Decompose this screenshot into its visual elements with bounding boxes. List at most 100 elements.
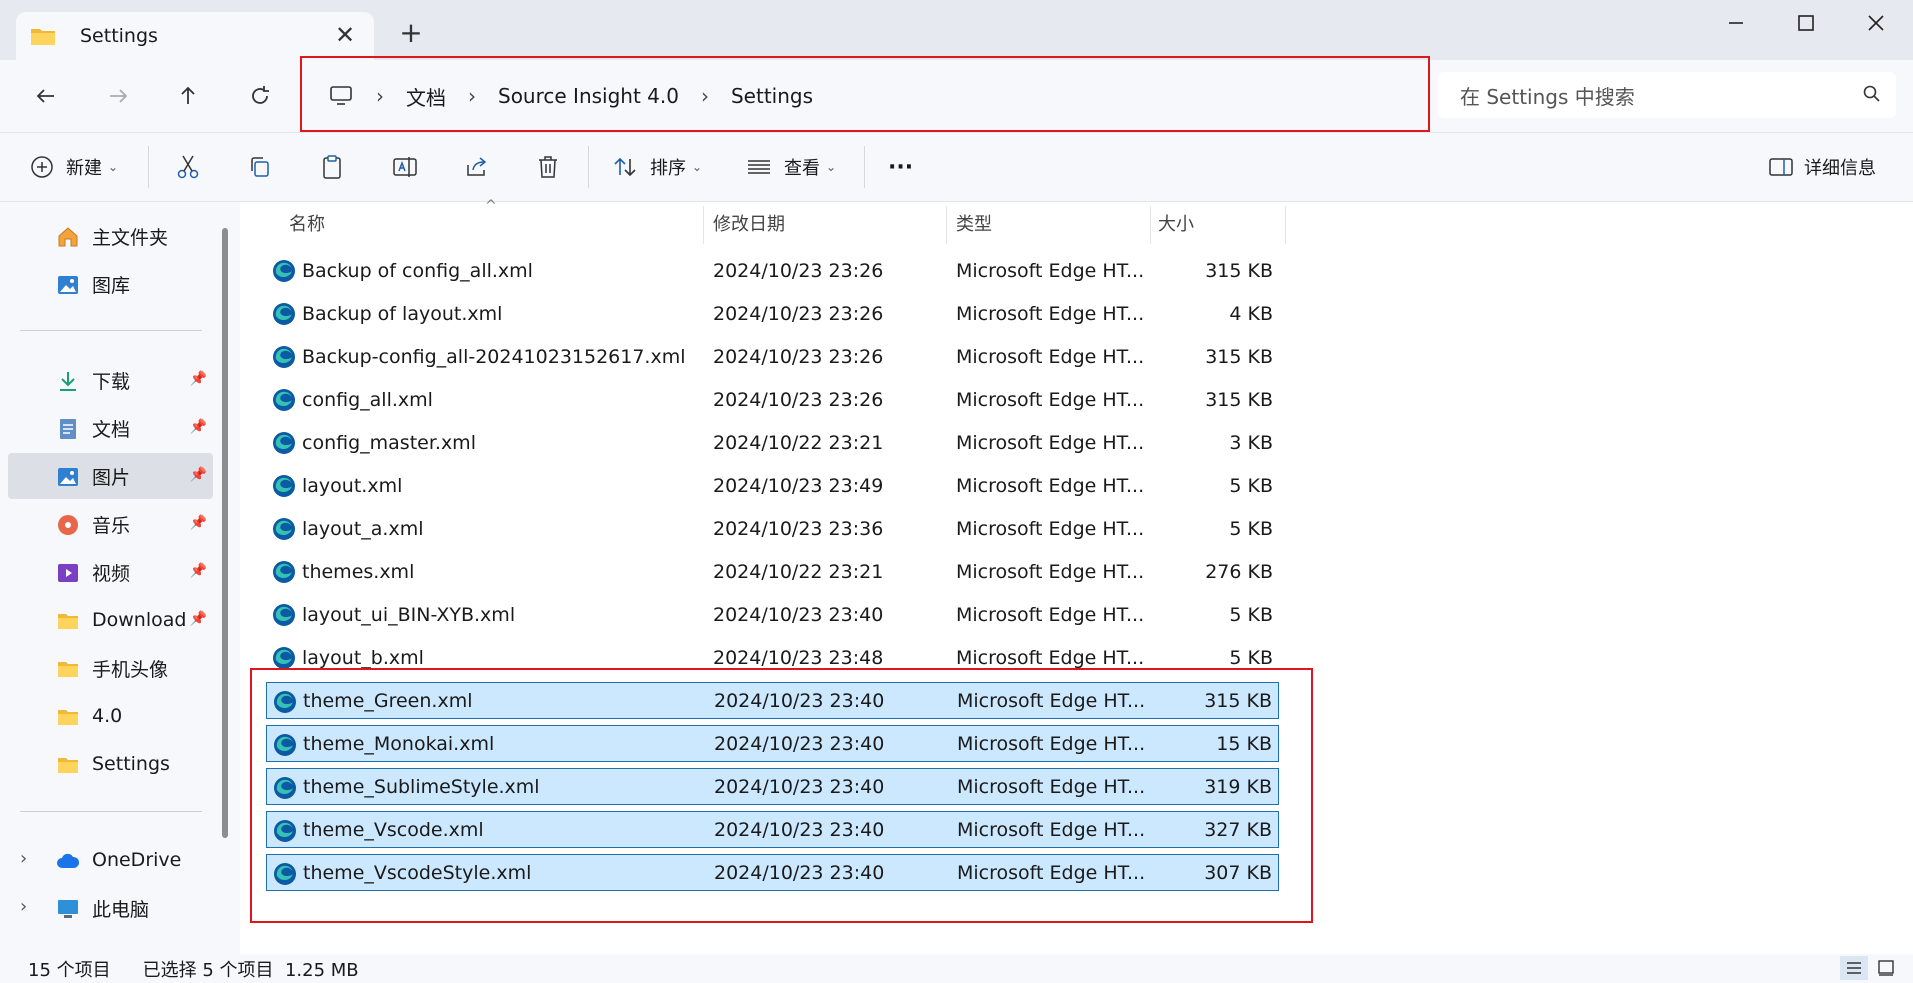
copy-icon [251, 157, 269, 177]
sidebar-item-onedrive[interactable]: OneDrive [8, 837, 213, 883]
column-divider[interactable] [1285, 206, 1286, 244]
file-size: 5 KB [1229, 646, 1273, 669]
sidebar-item-videos[interactable]: 视频 📌 [8, 549, 213, 595]
sidebar-item-downloads[interactable]: 下载 📌 [8, 357, 213, 403]
more-options-button[interactable]: ··· [888, 150, 913, 184]
delete-button[interactable] [536, 150, 560, 184]
breadcrumb-item-settings[interactable]: Settings [731, 84, 813, 108]
new-button[interactable]: 新建 ⌄ [30, 150, 118, 184]
trash-icon [539, 156, 557, 178]
clipboard-icon [323, 155, 341, 179]
sidebar-item-label: 音乐 [92, 514, 131, 537]
sidebar-item-documents[interactable]: 文档 📌 [8, 405, 213, 451]
tiles-view-button[interactable] [1872, 956, 1900, 980]
minimize-button[interactable] [1706, 6, 1766, 40]
file-row[interactable]: layout_ui_BIN-XYB.xml 2024/10/23 23:40 Mic… [266, 596, 1279, 633]
sidebar-item-4-0[interactable]: 4.0 [8, 693, 213, 739]
file-name: Backup of layout.xml [302, 302, 503, 325]
search-input[interactable]: 在 Settings 中搜索 [1438, 72, 1896, 118]
forward-button[interactable] [98, 76, 138, 116]
file-type: Microsoft Edge HT... [956, 560, 1145, 583]
details-pane-button[interactable]: 详细信息 [1768, 150, 1876, 184]
breadcrumb-item-documents[interactable]: 文档 [406, 82, 446, 111]
new-tab-button[interactable]: + [398, 19, 424, 47]
sidebar-item-download-folder[interactable]: Download 📌 [8, 597, 213, 643]
file-row[interactable]: config_master.xml 2024/10/22 23:21 Microso… [266, 424, 1279, 461]
sidebar-item-home[interactable]: 主文件夹 [8, 213, 213, 259]
breadcrumb-separator[interactable]: › [468, 84, 476, 108]
file-name: layout.xml [302, 474, 403, 497]
file-date: 2024/10/22 23:21 [713, 431, 884, 454]
file-row[interactable]: Backup of layout.xml 2024/10/23 23:26 Micr… [266, 295, 1279, 332]
sort-label: 排序 [650, 158, 686, 179]
breadcrumb[interactable]: › 文档 › Source Insight 4.0 › Settings [312, 74, 1422, 118]
column-header-name[interactable]: 名称 [289, 202, 325, 244]
up-button[interactable] [168, 76, 208, 116]
file-date: 2024/10/23 23:26 [713, 302, 884, 325]
back-button[interactable] [26, 76, 66, 116]
maximize-button[interactable] [1776, 6, 1836, 40]
home-icon [58, 227, 78, 247]
search-icon[interactable] [1862, 84, 1882, 104]
column-header-size[interactable]: 大小 [1158, 202, 1194, 244]
refresh-button[interactable] [240, 76, 280, 116]
pin-icon: 📌 [189, 563, 207, 579]
sort-ascending-icon: ^ [485, 198, 497, 214]
copy-button[interactable] [248, 150, 272, 184]
file-type: Microsoft Edge HT... [956, 474, 1145, 497]
file-row[interactable]: layout.xml 2024/10/23 23:49 Microsoft Edge… [266, 467, 1279, 504]
sidebar-item-pictures[interactable]: 图片 📌 [8, 453, 213, 499]
pin-icon: 📌 [189, 419, 207, 435]
music-icon [58, 515, 78, 535]
file-size: 276 KB [1205, 560, 1273, 583]
details-pane-icon [1769, 158, 1793, 176]
file-name: config_master.xml [302, 431, 476, 454]
edge-file-icon [273, 604, 295, 626]
file-row[interactable]: layout_a.xml 2024/10/23 23:36 Microsoft Ed… [266, 510, 1279, 547]
plus-circle-icon [31, 156, 53, 178]
details-view-button[interactable] [1840, 956, 1868, 980]
document-icon [60, 419, 76, 439]
file-row[interactable]: themes.xml 2024/10/22 23:21 Microsoft Edge… [266, 553, 1279, 590]
breadcrumb-separator[interactable]: › [376, 84, 384, 108]
sort-icon [614, 157, 636, 177]
sidebar-item-settings[interactable]: Settings [8, 741, 213, 787]
cut-button[interactable] [176, 150, 200, 184]
close-window-button[interactable] [1846, 6, 1906, 40]
sidebar-item-phone-avatar[interactable]: 手机头像 [8, 645, 213, 691]
file-row[interactable]: config_all.xml 2024/10/23 23:26 Microsoft … [266, 381, 1279, 418]
folder-icon [58, 710, 78, 725]
sidebar-item-gallery[interactable]: 图库 [8, 261, 213, 307]
file-name: themes.xml [302, 560, 415, 583]
computer-icon[interactable] [328, 84, 354, 108]
share-button[interactable] [464, 150, 490, 184]
file-date: 2024/10/23 23:49 [713, 474, 884, 497]
selection-highlight-box [250, 668, 1313, 923]
sort-button[interactable]: 排序 ⌄ [612, 150, 702, 184]
pin-icon: 📌 [189, 467, 207, 483]
breadcrumb-item-source-insight[interactable]: Source Insight 4.0 [498, 84, 679, 108]
list-view-icon [748, 160, 770, 174]
file-size: 5 KB [1229, 603, 1273, 626]
column-divider[interactable] [703, 206, 704, 244]
scissors-icon [177, 155, 199, 179]
sidebar-item-label: 图片 [92, 466, 131, 489]
tab-settings[interactable]: Settings ✕ [16, 12, 374, 60]
minimize-icon [1729, 22, 1743, 24]
sidebar-item-this-pc[interactable]: 此电脑 [8, 885, 213, 931]
sidebar-item-music[interactable]: 音乐 📌 [8, 501, 213, 547]
column-divider[interactable] [1150, 206, 1151, 244]
file-row[interactable]: Backup of config_all.xml 2024/10/23 23:26… [266, 252, 1279, 289]
column-header-date[interactable]: 修改日期 [713, 202, 785, 244]
tab-close-button[interactable]: ✕ [332, 22, 358, 48]
column-divider[interactable] [946, 206, 947, 244]
file-name: layout_ui_BIN-XYB.xml [302, 603, 516, 626]
rename-button[interactable] [392, 150, 418, 184]
paste-button[interactable] [320, 150, 344, 184]
breadcrumb-separator[interactable]: › [701, 84, 709, 108]
file-row[interactable]: Backup-config_all-20241023152617.xml 2024… [266, 338, 1279, 375]
edge-file-icon [273, 475, 295, 497]
view-button[interactable]: 查看 ⌄ [746, 150, 836, 184]
sidebar-scrollbar[interactable] [222, 228, 228, 838]
column-header-type[interactable]: 类型 [956, 202, 992, 244]
